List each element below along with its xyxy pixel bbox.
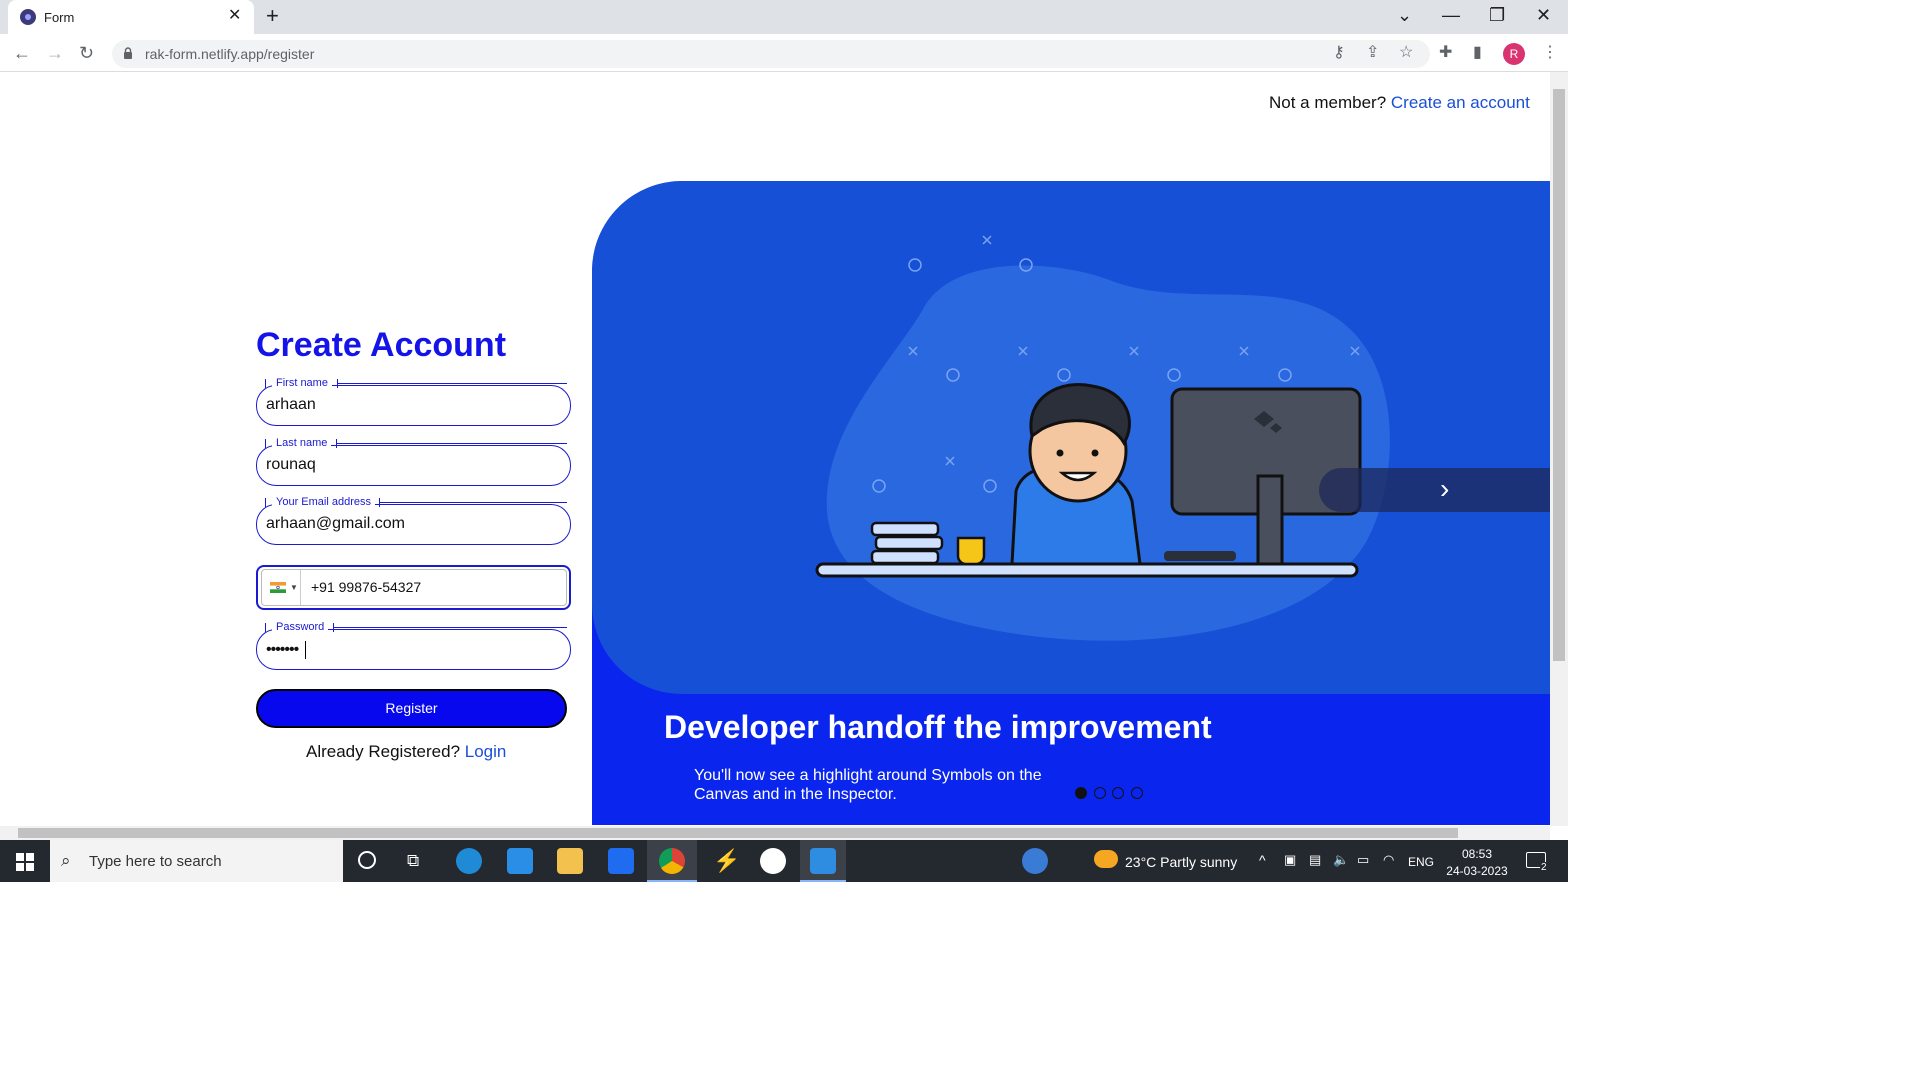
file-explorer-icon[interactable] bbox=[557, 848, 583, 874]
app-icon[interactable]: ⚡ bbox=[713, 848, 740, 874]
login-link[interactable]: Login bbox=[465, 742, 507, 761]
developer-illustration bbox=[815, 235, 1390, 641]
tray-meet-icon[interactable]: ▣ bbox=[1284, 852, 1296, 868]
tab-favicon-icon bbox=[20, 9, 36, 25]
phone-input[interactable]: +91 99876-54327 bbox=[311, 579, 421, 595]
clock[interactable]: 08:53 24-03-2023 bbox=[1446, 846, 1508, 880]
email-label-tick-end bbox=[379, 498, 380, 507]
weather-text[interactable]: 23°C Partly sunny bbox=[1125, 854, 1237, 870]
login-prompt-text: Already Registered? bbox=[306, 742, 461, 761]
tray-network-icon[interactable]: ▤ bbox=[1309, 852, 1321, 868]
first-name-label-tick bbox=[265, 379, 266, 388]
carousel-dot[interactable] bbox=[1131, 787, 1143, 799]
help-icon[interactable] bbox=[1022, 848, 1048, 874]
tab-search-icon[interactable]: ⌄ bbox=[1397, 4, 1412, 26]
horizontal-scroll-thumb[interactable] bbox=[18, 828, 1458, 838]
first-name-label-line bbox=[337, 383, 567, 384]
reload-button[interactable]: ↻ bbox=[79, 43, 94, 63]
tab-close-icon[interactable]: ✕ bbox=[228, 7, 241, 25]
first-name-input[interactable]: arhaan bbox=[266, 396, 316, 414]
restore-button[interactable]: ❐ bbox=[1489, 4, 1505, 26]
last-name-input[interactable]: rounaq bbox=[266, 456, 316, 474]
last-name-label-line bbox=[336, 443, 567, 444]
edge-icon[interactable] bbox=[456, 848, 482, 874]
url-text[interactable]: rak-form.netlify.app/register bbox=[145, 46, 314, 62]
lock-icon[interactable] bbox=[123, 47, 133, 59]
tray-chevron-icon[interactable]: ^ bbox=[1259, 852, 1266, 868]
taskbar-search-placeholder[interactable]: Type here to search bbox=[89, 853, 222, 870]
notification-count: 2 bbox=[1540, 862, 1548, 873]
forward-button[interactable]: → bbox=[46, 43, 64, 63]
volume-icon[interactable]: 🔈 bbox=[1333, 852, 1349, 868]
email-input[interactable]: arhaan@gmail.com bbox=[266, 515, 405, 533]
slide-description: You'll now see a highlight around Symbol… bbox=[694, 767, 1042, 803]
password-label-line bbox=[333, 627, 567, 628]
word-icon[interactable] bbox=[760, 848, 786, 874]
active-tab[interactable]: Form ✕ bbox=[8, 0, 254, 34]
password-label-tick bbox=[265, 623, 266, 632]
language-indicator[interactable]: ENG bbox=[1408, 855, 1434, 869]
cortana-icon[interactable] bbox=[358, 851, 376, 869]
slide-title: Developer handoff the improvement bbox=[664, 709, 1212, 745]
clock-date: 24-03-2023 bbox=[1446, 864, 1508, 878]
carousel-dot[interactable] bbox=[1075, 787, 1087, 799]
task-view-icon[interactable]: ⧉ bbox=[407, 851, 419, 871]
onboarding-carousel: › Developer handoff the improvement You'… bbox=[592, 181, 1550, 825]
back-button[interactable]: ← bbox=[13, 43, 31, 63]
create-account-link[interactable]: Create an account bbox=[1391, 93, 1530, 112]
close-window-button[interactable]: ✕ bbox=[1536, 4, 1551, 26]
password-input[interactable]: ••••••• bbox=[266, 641, 299, 659]
new-tab-button[interactable]: + bbox=[266, 5, 279, 27]
profile-avatar[interactable]: R bbox=[1503, 43, 1525, 65]
last-name-label-tick bbox=[265, 439, 266, 448]
email-label-line bbox=[379, 502, 567, 503]
mail-icon[interactable] bbox=[507, 848, 533, 874]
side-panel-icon[interactable]: ▮ bbox=[1473, 43, 1482, 63]
register-button[interactable]: Register bbox=[256, 689, 567, 728]
vertical-scroll-thumb[interactable] bbox=[1553, 89, 1565, 661]
india-flag-icon[interactable] bbox=[270, 582, 286, 593]
browser-menu-icon[interactable]: ⋮ bbox=[1542, 43, 1558, 63]
vscode-icon[interactable] bbox=[810, 848, 836, 874]
next-slide-button[interactable] bbox=[1319, 468, 1550, 512]
password-key-icon[interactable]: ⚷ bbox=[1333, 43, 1345, 63]
first-name-label: First name bbox=[272, 377, 332, 389]
wifi-icon[interactable]: ◠ bbox=[1383, 852, 1394, 868]
extensions-icon[interactable]: ✚ bbox=[1439, 43, 1452, 63]
signup-prompt-text: Not a member? bbox=[1269, 93, 1387, 112]
country-dropdown-icon[interactable]: ▼ bbox=[290, 583, 298, 592]
dropbox-icon[interactable] bbox=[608, 848, 634, 874]
password-field[interactable] bbox=[256, 629, 571, 670]
minimize-button[interactable]: — bbox=[1442, 4, 1460, 26]
slide-illustration-panel bbox=[592, 181, 1550, 694]
tab-title: Form bbox=[44, 10, 75, 25]
chevron-right-icon[interactable]: › bbox=[1440, 473, 1449, 505]
phone-divider bbox=[300, 570, 301, 605]
signup-prompt: Not a member? Create an account bbox=[1269, 93, 1530, 113]
password-label-tick-end bbox=[333, 623, 334, 632]
email-label: Your Email address bbox=[272, 496, 375, 508]
bookmark-star-icon[interactable]: ☆ bbox=[1399, 43, 1413, 63]
weather-icon[interactable] bbox=[1094, 850, 1118, 868]
clock-time: 08:53 bbox=[1461, 847, 1493, 861]
search-icon: ⌕ bbox=[61, 851, 71, 870]
windows-start-icon[interactable] bbox=[16, 853, 34, 871]
text-cursor bbox=[305, 641, 306, 659]
carousel-dot[interactable] bbox=[1112, 787, 1124, 799]
carousel-dot[interactable] bbox=[1094, 787, 1106, 799]
first-name-label-tick-end bbox=[337, 379, 338, 388]
battery-icon[interactable]: ▭ bbox=[1357, 852, 1369, 868]
email-label-tick bbox=[265, 498, 266, 507]
form-title: Create Account bbox=[256, 326, 507, 364]
password-label: Password bbox=[272, 621, 329, 633]
share-icon[interactable]: ⇪ bbox=[1366, 43, 1379, 63]
chrome-icon[interactable] bbox=[659, 848, 685, 874]
login-prompt: Already Registered? Login bbox=[306, 742, 506, 762]
last-name-label-tick-end bbox=[336, 439, 337, 448]
last-name-label: Last name bbox=[272, 437, 332, 449]
